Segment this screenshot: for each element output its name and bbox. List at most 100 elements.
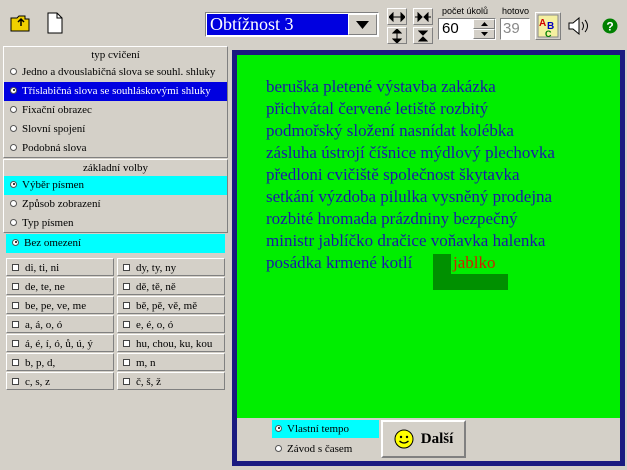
difficulty-value: Obtížnost 3 — [207, 14, 348, 35]
radio-icon — [10, 124, 17, 132]
radio-icon — [10, 67, 17, 75]
current-word: jablko — [453, 253, 496, 272]
radio-icon — [10, 218, 17, 226]
exercise-option-4[interactable]: Slovní spojení — [4, 120, 227, 139]
arrows-inward-vertical-icon — [418, 30, 428, 41]
tempo-bar: Vlastní tempo Závod s časem Další — [237, 418, 620, 461]
word-line: předloni cvičiště společnost škytavka — [266, 165, 520, 184]
radio-icon — [10, 199, 17, 207]
svg-text:?: ? — [606, 20, 613, 34]
chevron-down-icon — [356, 20, 369, 29]
open-folder-button[interactable] — [5, 8, 35, 38]
count-value[interactable]: 60 — [442, 20, 459, 37]
help-icon: ? — [602, 18, 618, 34]
checkbox-icon — [12, 301, 19, 309]
basic-options-group: základní volby Výběr písmen Způsob zobra… — [3, 159, 228, 233]
time-race-option[interactable]: Závod s časem — [272, 440, 379, 458]
checkbox-icon — [123, 282, 130, 290]
checkbox-icon — [12, 339, 19, 347]
letter-checkbox[interactable]: be, pe, ve, me — [6, 296, 114, 314]
exercise-option-3[interactable]: Fixační obrazec — [4, 101, 227, 120]
checkbox-icon — [123, 263, 130, 271]
exercise-option-1[interactable]: Jedno a dvouslabičná slova se souhl. shl… — [4, 63, 227, 82]
reading-cursor-base — [433, 274, 508, 290]
speaker-icon — [568, 17, 588, 35]
next-button[interactable]: Další — [381, 420, 466, 458]
letter-checkbox[interactable]: e, é, o, ó — [117, 315, 225, 333]
letter-checkbox[interactable]: c, s, z — [6, 372, 114, 390]
smiley-icon — [394, 429, 414, 449]
own-pace-option[interactable]: Vlastní tempo — [272, 420, 379, 438]
checkbox-icon — [12, 282, 19, 290]
arrows-inward-horizontal-icon — [415, 11, 431, 22]
checkbox-icon — [123, 358, 130, 366]
letter-checkbox[interactable]: á, é, í, ó, ů, ú, ý — [6, 334, 114, 352]
word-line: přichvátal červené letiště rozbitý — [266, 99, 489, 118]
radio-icon — [275, 444, 282, 452]
exercise-option-5[interactable]: Podobná slova — [4, 139, 227, 158]
basic-options-title: základní volby — [82, 162, 149, 174]
toolbar: Obtížnost 3 počet úkolů 60 hotovo 39 A B… — [0, 0, 627, 46]
done-label: hotovo — [502, 6, 530, 16]
word-line: podmořský složení nasnídat kolébka — [266, 121, 514, 140]
letter-checkbox[interactable]: hu, chou, ku, kou — [117, 334, 225, 352]
radio-icon — [10, 105, 17, 113]
radio-selected-icon — [275, 424, 282, 432]
count-up-button[interactable] — [473, 19, 495, 29]
option-display-mode[interactable]: Způsob zobrazení — [4, 195, 227, 214]
checkbox-icon — [12, 320, 19, 328]
main-frame: beruška pletené výstavba zakázka přichvá… — [232, 50, 625, 466]
option-letter-selection[interactable]: Výběr písmen — [4, 176, 227, 195]
radio-selected-icon — [10, 86, 17, 94]
checkbox-icon — [123, 377, 130, 385]
letter-checkbox[interactable]: b, p, d, — [6, 353, 114, 371]
letter-checkbox[interactable]: bě, pě, vě, mě — [117, 296, 225, 314]
letter-checkbox[interactable]: dy, ty, ny — [117, 258, 225, 276]
help-button[interactable]: ? — [597, 12, 623, 40]
letter-checkbox[interactable]: de, te, ne — [6, 277, 114, 295]
checkbox-icon — [12, 263, 19, 271]
option-letter-type[interactable]: Typ písmen — [4, 214, 227, 233]
left-panel: typ cvičení Jedno a dvouslabičná slova s… — [2, 46, 229, 466]
new-document-button[interactable] — [40, 8, 70, 38]
checkbox-icon — [123, 339, 130, 347]
spelling-button[interactable]: A B C — [535, 12, 561, 40]
exercise-type-title: typ cvičení — [91, 49, 140, 61]
word-lines: beruška pletené výstavba zakázka přichvá… — [266, 76, 555, 274]
arrows-outward-vertical-icon — [392, 28, 402, 43]
widen-button[interactable] — [387, 8, 407, 25]
chevron-up-icon — [480, 22, 488, 26]
done-value: 39 — [500, 18, 530, 40]
word-line: beruška pletené výstavba zakázka — [266, 77, 496, 96]
difficulty-select[interactable]: Obtížnost 3 — [205, 12, 379, 37]
decrease-height-button[interactable] — [413, 27, 433, 44]
chevron-down-icon — [480, 32, 488, 36]
letter-checkbox[interactable]: di, ti, ni — [6, 258, 114, 276]
word-line: zásluha ústrojí číšnice mýdlový plechovk… — [266, 143, 555, 162]
count-down-button[interactable] — [473, 29, 495, 39]
letter-checkbox[interactable]: č, š, ž — [117, 372, 225, 390]
count-stepper[interactable]: 60 — [438, 18, 496, 40]
increase-height-button[interactable] — [387, 27, 407, 44]
next-button-label: Další — [420, 430, 454, 447]
letter-checkbox[interactable]: a, á, o, ó — [6, 315, 114, 333]
count-label: počet úkolů — [442, 6, 489, 16]
narrow-button[interactable] — [413, 8, 433, 25]
exercise-option-2[interactable]: Tříslabičná slova se souhláskovými shluk… — [4, 82, 227, 101]
svg-text:C: C — [545, 29, 552, 38]
word-line: posádka krmené kotlí — [266, 253, 413, 272]
folder-icon — [10, 15, 30, 32]
difficulty-dropdown-button[interactable] — [348, 14, 377, 35]
checkbox-icon — [123, 301, 130, 309]
radio-selected-icon — [10, 180, 17, 188]
reading-area: beruška pletené výstavba zakázka přichvá… — [237, 55, 620, 418]
svg-text:A: A — [539, 18, 546, 29]
arrows-outward-horizontal-icon — [389, 11, 405, 22]
letter-checkbox[interactable]: m, n — [117, 353, 225, 371]
radio-icon — [10, 143, 17, 151]
letter-checkbox[interactable]: dě, tě, ně — [117, 277, 225, 295]
checkbox-icon — [12, 377, 19, 385]
word-line: rozbité hromada prázdniny bezpečný — [266, 209, 518, 228]
no-limit-option[interactable]: Bez omezení — [6, 234, 225, 253]
sound-button[interactable] — [566, 12, 592, 40]
